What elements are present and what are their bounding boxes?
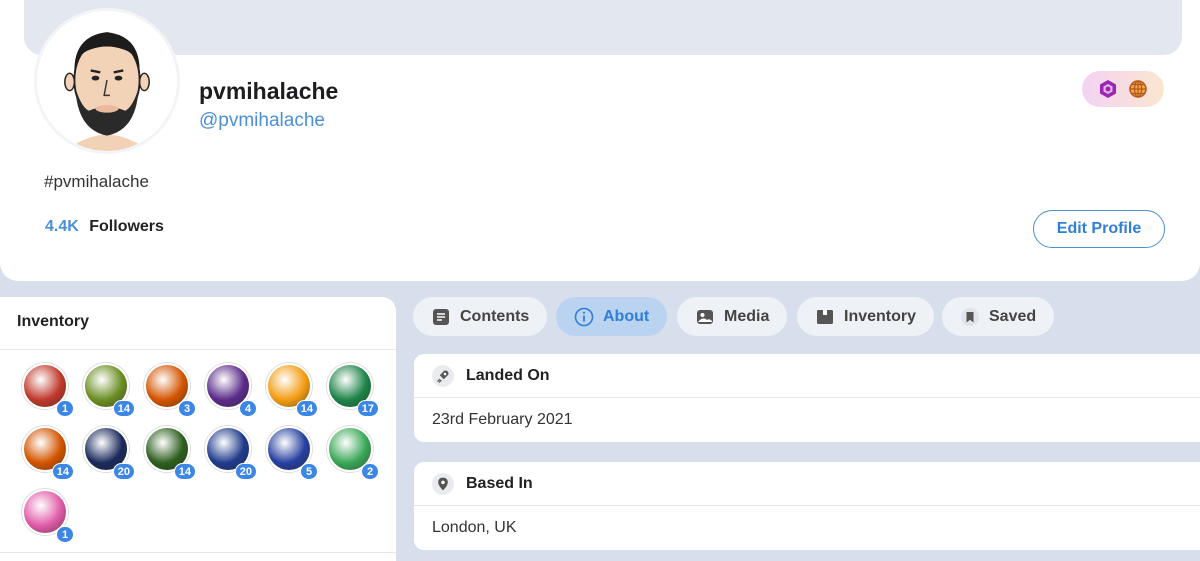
globe-badge-icon bbox=[1129, 80, 1147, 98]
bookmark-icon bbox=[961, 307, 979, 326]
inventory-item-count: 20 bbox=[234, 463, 257, 480]
rocket-icon bbox=[432, 364, 454, 387]
edit-profile-button[interactable]: Edit Profile bbox=[1033, 210, 1165, 248]
cover-banner bbox=[24, 0, 1182, 55]
profile-bio: #pvmihalache bbox=[44, 172, 149, 191]
tab-contents[interactable]: Contents bbox=[413, 297, 548, 336]
badges-pill[interactable] bbox=[1082, 71, 1164, 107]
inventory-item[interactable]: 5 bbox=[266, 426, 318, 480]
divider bbox=[0, 552, 396, 553]
landed-on-label: Landed On bbox=[466, 366, 550, 384]
box-icon bbox=[817, 309, 833, 324]
inventory-item[interactable]: 17 bbox=[327, 363, 379, 417]
hexagon-badge-icon bbox=[1100, 80, 1116, 98]
tab-label: Saved bbox=[989, 307, 1037, 325]
landed-on-card: Landed On 23rd February 2021 bbox=[414, 354, 1200, 442]
inventory-panel-title: Inventory bbox=[17, 313, 90, 330]
inventory-panel: Inventory 1 14 3 4 14 17 14 20 14 20 5 2 1 bbox=[0, 297, 396, 561]
inventory-item-count: 20 bbox=[112, 463, 135, 480]
followers-label: Followers bbox=[89, 218, 164, 235]
inventory-item-count: 3 bbox=[178, 400, 196, 417]
tab-label: Contents bbox=[460, 307, 530, 325]
image-icon bbox=[697, 309, 713, 324]
tab-label: Media bbox=[724, 307, 770, 325]
tab-about[interactable]: About bbox=[556, 297, 668, 336]
avatar[interactable] bbox=[34, 8, 180, 154]
profile-card: pvmihalache @pvmihalache #pvmihalache 4.… bbox=[0, 0, 1200, 281]
inventory-item[interactable]: 14 bbox=[144, 426, 196, 480]
followers-stat[interactable]: 4.4K Followers bbox=[45, 218, 164, 236]
info-icon bbox=[574, 307, 594, 326]
based-in-header: Based In bbox=[414, 462, 1200, 506]
inventory-item-count: 1 bbox=[56, 400, 74, 417]
tab-inventory[interactable]: Inventory bbox=[797, 297, 935, 336]
inventory-item-count: 17 bbox=[356, 400, 379, 417]
display-name: pvmihalache bbox=[199, 78, 339, 104]
inventory-item[interactable]: 14 bbox=[83, 363, 135, 417]
document-icon bbox=[433, 308, 449, 325]
based-in-card: Based In London, UK bbox=[414, 462, 1200, 550]
tab-label: Inventory bbox=[844, 307, 917, 325]
inventory-item-count: 14 bbox=[112, 400, 135, 417]
inventory-item[interactable]: 1 bbox=[22, 489, 74, 543]
based-in-value: London, UK bbox=[432, 519, 517, 536]
inventory-item-count: 14 bbox=[295, 400, 318, 417]
inventory-item[interactable]: 14 bbox=[22, 426, 74, 480]
inventory-item-count: 2 bbox=[361, 463, 379, 480]
inventory-item[interactable]: 1 bbox=[22, 363, 74, 417]
user-handle[interactable]: @pvmihalache bbox=[199, 110, 325, 132]
landed-on-value: 23rd February 2021 bbox=[432, 411, 573, 428]
location-pin-icon bbox=[432, 472, 454, 495]
inventory-item[interactable]: 3 bbox=[144, 363, 196, 417]
inventory-item[interactable]: 4 bbox=[205, 363, 257, 417]
landed-on-header: Landed On bbox=[414, 354, 1200, 398]
inventory-item[interactable]: 14 bbox=[266, 363, 318, 417]
inventory-item-count: 1 bbox=[56, 526, 74, 543]
followers-count: 4.4K bbox=[45, 218, 79, 235]
inventory-item-count: 4 bbox=[239, 400, 257, 417]
inventory-item[interactable]: 20 bbox=[83, 426, 135, 480]
inventory-item-count: 14 bbox=[173, 463, 196, 480]
tab-saved[interactable]: Saved bbox=[942, 297, 1055, 336]
divider bbox=[0, 349, 396, 350]
inventory-item-count: 5 bbox=[300, 463, 318, 480]
avatar-portrait bbox=[37, 11, 177, 151]
based-in-label: Based In bbox=[466, 474, 533, 492]
inventory-item[interactable]: 20 bbox=[205, 426, 257, 480]
inventory-item[interactable]: 2 bbox=[327, 426, 379, 480]
tab-media[interactable]: Media bbox=[677, 297, 788, 336]
inventory-item-count: 14 bbox=[51, 463, 74, 480]
tab-label: About bbox=[603, 307, 650, 325]
